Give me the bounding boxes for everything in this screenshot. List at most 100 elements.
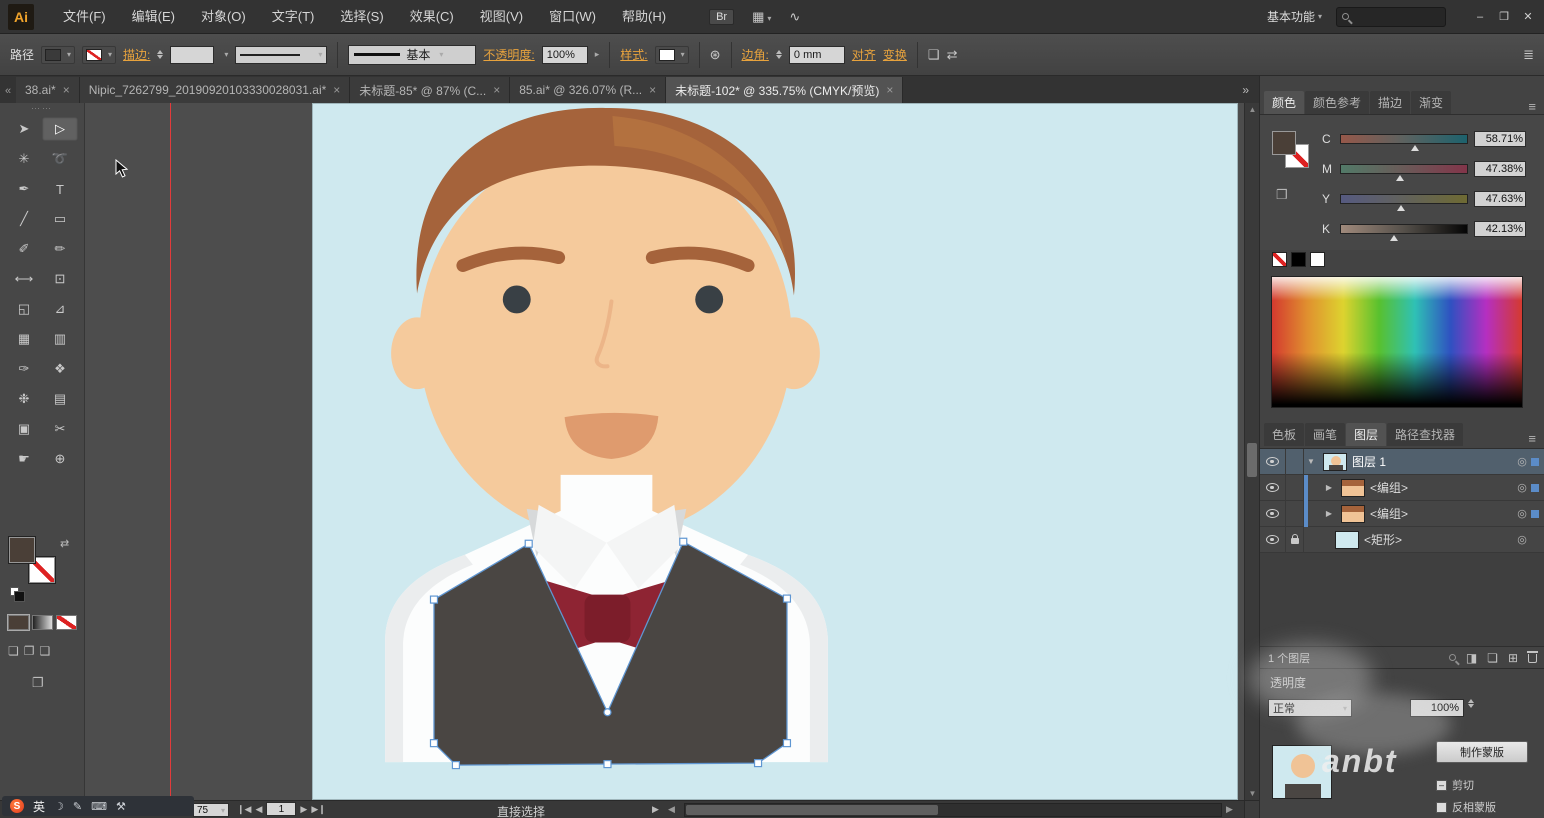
close-icon[interactable]: ×: [493, 83, 500, 97]
cs-live-icon[interactable]: ∿: [789, 9, 800, 25]
menu-type[interactable]: 文字(T): [259, 0, 328, 34]
color-spectrum[interactable]: [1271, 276, 1523, 408]
ime-language-mode[interactable]: 英: [33, 798, 45, 815]
anchor-point[interactable]: [430, 596, 437, 603]
layer-thumbnail[interactable]: [1335, 531, 1359, 549]
next-artboard-icon[interactable]: ▶: [300, 804, 307, 815]
document-tab[interactable]: 85.ai* @ 326.07% (R...×: [510, 77, 666, 103]
tab-overflow-icon[interactable]: »: [1242, 83, 1259, 103]
shape-builder-tool[interactable]: ◱: [6, 297, 42, 321]
new-sublayer-icon[interactable]: ❏: [1487, 651, 1498, 665]
pen-tool[interactable]: ✒: [6, 177, 42, 201]
arrange-documents-icon[interactable]: ▦: [752, 9, 771, 25]
artboard[interactable]: [312, 103, 1238, 800]
status-expand-icon[interactable]: ▶: [652, 804, 659, 815]
slider-handle[interactable]: [1396, 175, 1404, 181]
horizontal-scroll-thumb[interactable]: [686, 805, 938, 815]
stroke-swatch-dropdown[interactable]: [82, 46, 116, 64]
visibility-toggle[interactable]: [1260, 501, 1286, 527]
layer-name[interactable]: <编组>: [1370, 479, 1513, 496]
zoom-field[interactable]: 75: [193, 803, 229, 817]
hand-tool[interactable]: ☛: [6, 447, 42, 471]
anchor-point[interactable]: [755, 760, 762, 767]
bowtie-knot[interactable]: [585, 595, 631, 643]
width-profile-dropdown[interactable]: [235, 46, 327, 64]
anchor-point[interactable]: [783, 740, 790, 747]
stroke-weight-field[interactable]: [170, 46, 214, 64]
locate-object-icon[interactable]: [1449, 654, 1456, 661]
align-link[interactable]: 对齐: [852, 46, 876, 63]
magenta-value-field[interactable]: 47.38%: [1474, 161, 1526, 177]
collapse-toolbar-icon[interactable]: «: [0, 85, 16, 103]
panel-toggle-icon[interactable]: ≣: [1523, 47, 1534, 63]
column-graph-tool[interactable]: ▤: [42, 387, 78, 411]
tab-pathfinder[interactable]: 路径查找器: [1387, 423, 1463, 446]
delete-layer-icon[interactable]: [1528, 654, 1537, 663]
ime-keyboard-icon[interactable]: ⌨: [91, 800, 107, 813]
style-swatch-dropdown[interactable]: [655, 46, 689, 64]
stroke-link[interactable]: 描边:: [123, 46, 150, 63]
bounding-box-icon[interactable]: ❑: [928, 47, 940, 63]
transparency-title[interactable]: 透明度: [1270, 674, 1306, 691]
make-clip-mask-icon[interactable]: ◨: [1466, 651, 1477, 665]
magic-wand-tool[interactable]: ✳: [6, 147, 42, 171]
corner-field[interactable]: 0 mm: [789, 46, 845, 64]
document-tab[interactable]: 38.ai*×: [16, 77, 80, 103]
target-icon[interactable]: [1513, 455, 1531, 468]
eye-left[interactable]: [503, 285, 531, 313]
fill-proxy-well[interactable]: [1272, 131, 1296, 155]
stroke-weight-stepper[interactable]: [157, 50, 163, 59]
anchor-point[interactable]: [680, 538, 687, 545]
type-tool[interactable]: T: [42, 177, 78, 201]
menu-effect[interactable]: 效果(C): [397, 0, 467, 34]
prev-artboard-icon[interactable]: ◀: [255, 804, 262, 815]
transform-link[interactable]: 变换: [883, 46, 907, 63]
selection-tool[interactable]: ➤: [6, 117, 42, 141]
visibility-toggle[interactable]: [1260, 449, 1286, 475]
menu-help[interactable]: 帮助(H): [609, 0, 679, 34]
minimize-button[interactable]: –: [1472, 9, 1488, 25]
color-mode-cube-icon[interactable]: ❒: [1276, 187, 1288, 203]
close-icon[interactable]: ×: [649, 83, 656, 97]
search-box[interactable]: [1336, 7, 1446, 27]
magenta-slider[interactable]: [1340, 164, 1468, 174]
draw-inside-icon[interactable]: ❑: [40, 644, 51, 658]
tab-color-guide[interactable]: 颜色参考: [1305, 91, 1369, 114]
tab-gradient[interactable]: 渐变: [1411, 91, 1451, 114]
restore-button[interactable]: ❐: [1496, 9, 1512, 25]
target-icon[interactable]: [1513, 533, 1531, 546]
artboard-number-field[interactable]: 1: [266, 802, 296, 816]
new-layer-icon[interactable]: ⊞: [1508, 651, 1518, 665]
white-swatch[interactable]: [1310, 252, 1325, 267]
layer-name[interactable]: 图层 1: [1352, 453, 1513, 470]
style-link[interactable]: 样式:: [620, 46, 647, 63]
mesh-tool[interactable]: ▦: [6, 327, 42, 351]
layer-thumbnail[interactable]: [1323, 453, 1347, 471]
slider-handle[interactable]: [1397, 205, 1405, 211]
workspace-switcher[interactable]: 基本功能: [1267, 8, 1322, 25]
menu-file[interactable]: 文件(F): [50, 0, 119, 34]
draw-normal-icon[interactable]: ❏: [8, 644, 19, 658]
corner-link[interactable]: 边角:: [742, 46, 769, 63]
lock-toggle[interactable]: [1286, 449, 1304, 475]
panel-grip[interactable]: ⋯⋯: [0, 103, 84, 115]
anchor-point[interactable]: [430, 740, 437, 747]
corner-stepper[interactable]: [776, 50, 782, 59]
swap-fill-stroke-icon[interactable]: ⇄: [60, 537, 69, 550]
expand-toggle-icon[interactable]: [1322, 509, 1336, 518]
layer-name[interactable]: <编组>: [1370, 505, 1513, 522]
rectangle-tool[interactable]: ▭: [42, 207, 78, 231]
opacity-field[interactable]: 100%: [542, 46, 588, 64]
perspective-grid-tool[interactable]: ⊿: [42, 297, 78, 321]
menu-select[interactable]: 选择(S): [327, 0, 396, 34]
first-artboard-icon[interactable]: ❙◀: [237, 804, 251, 815]
layer-thumbnail[interactable]: [1341, 505, 1365, 523]
none-swatch[interactable]: [1272, 252, 1287, 267]
default-fill-stroke-icon[interactable]: [10, 587, 19, 596]
recolor-artwork-icon[interactable]: ⊛: [710, 47, 721, 63]
panel-open-arrow[interactable]: ▸: [595, 49, 600, 60]
symbol-sprayer-tool[interactable]: ❉: [6, 387, 42, 411]
anchor-point[interactable]: [525, 540, 532, 547]
layer-row-group-2[interactable]: <编组>: [1260, 501, 1544, 527]
cyan-slider[interactable]: [1340, 134, 1468, 144]
